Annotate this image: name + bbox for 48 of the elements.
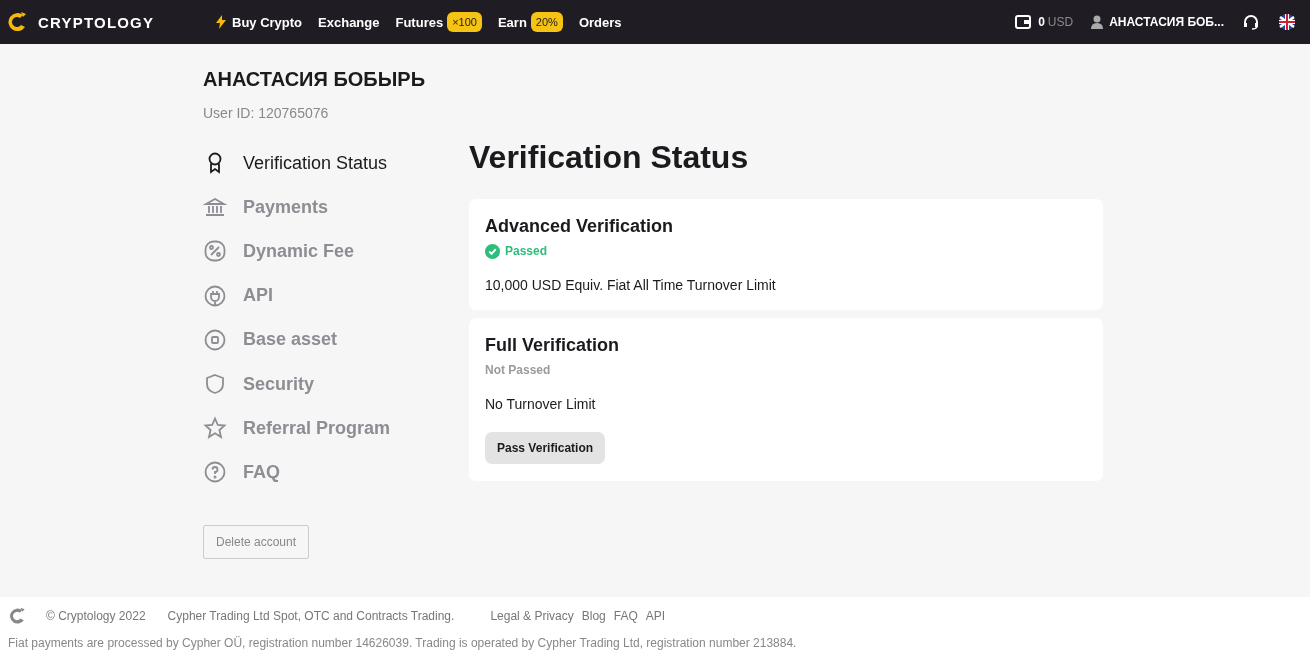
nav-link[interactable]: Buy Crypto xyxy=(232,14,303,30)
turnover-limit: No Turnover Limit xyxy=(485,396,597,412)
headset-icon[interactable] xyxy=(1242,13,1260,31)
turnover-limit: 10,000 USD Equiv. Fiat All Time Turnover Limit xyxy=(485,277,777,293)
sidebar-item[interactable]: Verification Status xyxy=(203,141,469,186)
profile-name: АНАСТАСИЯ БОБЫРЬ xyxy=(203,68,427,91)
footer-link[interactable]: FAQ xyxy=(613,609,638,623)
nav-link[interactable]: Earn xyxy=(497,14,527,30)
nav-badge: 20% xyxy=(530,12,563,32)
status-label: Passed xyxy=(505,244,548,258)
user-id: User ID: 120765076 xyxy=(203,105,330,121)
legal-notice: Fiat payments are processed by Cypher OÜ, registration number 14626039. Trading is operated by Cypher Trading Ltd, registration number 213884. xyxy=(8,636,798,650)
help-icon xyxy=(203,460,227,485)
sidebar-item[interactable]: API xyxy=(203,273,469,318)
copyright-text: © Cryptology 2022 xyxy=(46,609,146,623)
wallet-icon xyxy=(1015,15,1032,29)
footer-link[interactable]: Blog xyxy=(581,609,606,623)
company-text: Cypher Trading Ltd Spot, OTC and Contracts Trading. xyxy=(167,609,455,623)
coin-icon xyxy=(203,327,227,352)
logo-text: CRYPTOLOGY xyxy=(38,13,155,31)
balance-currency: USD xyxy=(1047,15,1074,29)
user-menu[interactable]: АНАСТАСИЯ БОБ... xyxy=(1109,15,1224,29)
sidebar-item[interactable]: Payments xyxy=(203,185,469,230)
user-icon xyxy=(1091,15,1104,29)
footer-link[interactable]: Legal & Privacy xyxy=(490,609,574,623)
footer-link[interactable]: API xyxy=(645,609,666,623)
sidebar-item[interactable]: Base asset xyxy=(203,317,469,362)
nav-link[interactable]: Exchange xyxy=(318,14,380,30)
card-title: Full Verification xyxy=(485,335,621,356)
card-title: Advanced Verification xyxy=(485,216,675,237)
shield-icon xyxy=(203,372,227,397)
sidebar-item[interactable]: FAQ xyxy=(203,450,469,495)
page-title: Verification Status xyxy=(469,141,750,173)
nav-badge: ×100 xyxy=(447,12,482,32)
star-icon xyxy=(203,416,227,441)
pass-verification-button[interactable]: Pass Verification xyxy=(485,432,606,464)
lightning-icon xyxy=(216,15,226,29)
sidebar-item[interactable]: Security xyxy=(203,361,469,407)
delete-account-button[interactable]: Delete account xyxy=(203,524,310,559)
status-label: Not Passed xyxy=(485,363,551,377)
nav-link[interactable]: Orders xyxy=(578,14,622,30)
plug-icon xyxy=(203,283,227,308)
sidebar-item[interactable]: Dynamic Fee xyxy=(203,229,469,274)
percent-icon xyxy=(203,239,227,264)
nav-link[interactable]: Futures xyxy=(395,14,444,30)
sidebar-item[interactable]: Referral Program xyxy=(203,406,469,451)
balance-amount: 0 xyxy=(1038,15,1045,29)
flag-icon[interactable] xyxy=(1278,13,1296,31)
